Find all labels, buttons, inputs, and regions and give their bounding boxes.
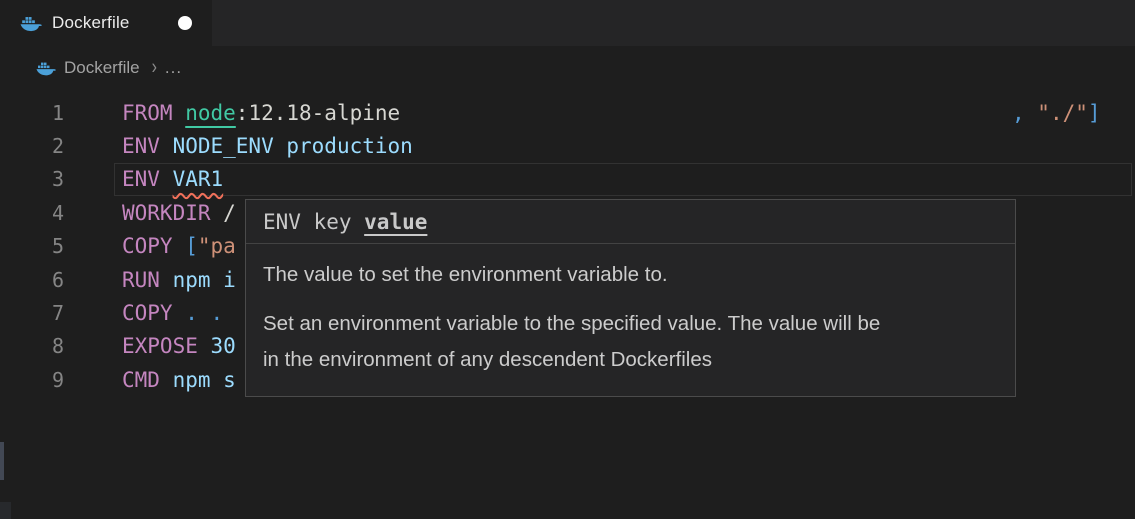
code-token: [ [185, 234, 198, 258]
hover-signature-value: value [364, 210, 427, 234]
hover-paragraph-2-line-2: in the environment of any descendent Doc… [263, 342, 998, 378]
code-token: / [223, 201, 236, 225]
code-token: RUN [122, 268, 173, 292]
code-line[interactable]: 2 ENV NODE_ENV production [0, 129, 1135, 162]
line-number[interactable]: 3 [0, 167, 64, 191]
line-number[interactable]: 2 [0, 134, 64, 158]
hover-signature-prefix: ENV key [263, 210, 364, 234]
code-token: :12.18-alpine [236, 101, 400, 125]
code-token: WORKDIR [122, 201, 223, 225]
code-text: FROM node:12.18-alpine [122, 96, 400, 129]
code-token: 30 [211, 334, 236, 358]
code-token: , [1012, 101, 1037, 125]
code-token: npm i [173, 268, 236, 292]
line-number[interactable]: 5 [0, 234, 64, 258]
hover-body: The value to set the environment variabl… [246, 244, 1015, 378]
code-token: EXPOSE [122, 334, 211, 358]
code-token: ENV [122, 167, 173, 191]
code-text: COPY ["pa [122, 230, 236, 263]
breadcrumb-item-file[interactable]: Dockerfile [64, 58, 140, 78]
docker-whale-icon [36, 60, 56, 76]
line-number[interactable]: 8 [0, 334, 64, 358]
line5-overflow-text: , "./"] [1012, 96, 1101, 129]
unsaved-changes-dot[interactable] [178, 16, 192, 30]
code-token: NODE_ENV production [173, 134, 413, 158]
line-number[interactable]: 4 [0, 201, 64, 225]
code-token: ENV [122, 134, 173, 158]
code-text: EXPOSE 30 [122, 330, 236, 363]
code-token: CMD [122, 368, 173, 392]
breadcrumb-item-symbol[interactable]: ... [165, 58, 182, 78]
hover-tooltip: ENV key value The value to set the envir… [245, 199, 1016, 397]
code-token: npm s [173, 368, 236, 392]
line-number[interactable]: 6 [0, 268, 64, 292]
code-token: node [185, 101, 236, 125]
code-line[interactable]: 3 ENV VAR1 [0, 163, 1135, 196]
line-number[interactable]: 1 [0, 101, 64, 125]
breadcrumb: Dockerfile › ... [0, 46, 1135, 90]
code-token: "./" [1037, 101, 1088, 125]
tab-dockerfile[interactable]: Dockerfile [0, 0, 212, 46]
bottom-left-corner [0, 502, 11, 519]
code-text: ENV VAR1 [122, 163, 223, 196]
tab-bar: Dockerfile [0, 0, 1135, 46]
code-text: WORKDIR / [122, 196, 236, 229]
hover-signature: ENV key value [246, 200, 1015, 244]
left-scrollbar-thumb[interactable] [0, 442, 4, 480]
code-token: ] [1088, 101, 1101, 125]
code-line[interactable]: 1 FROM node:12.18-alpine [0, 96, 1135, 129]
code-token: VAR1 [173, 167, 224, 191]
chevron-right-icon: › [152, 56, 157, 80]
code-text: CMD npm s [122, 363, 236, 396]
tab-title: Dockerfile [52, 13, 130, 33]
code-token: . . [185, 301, 223, 325]
code-token: COPY [122, 234, 185, 258]
code-token: "pa [198, 234, 236, 258]
code-text: RUN npm i [122, 263, 236, 296]
code-token: FROM [122, 101, 185, 125]
hover-paragraph-2-line-1: Set an environment variable to the speci… [263, 306, 998, 342]
code-token: COPY [122, 301, 185, 325]
line-number[interactable]: 7 [0, 301, 64, 325]
code-text: COPY . . [122, 296, 223, 329]
line-number[interactable]: 9 [0, 368, 64, 392]
code-text: ENV NODE_ENV production [122, 129, 413, 162]
hover-paragraph-1: The value to set the environment variabl… [263, 257, 998, 293]
docker-whale-icon [20, 14, 42, 32]
